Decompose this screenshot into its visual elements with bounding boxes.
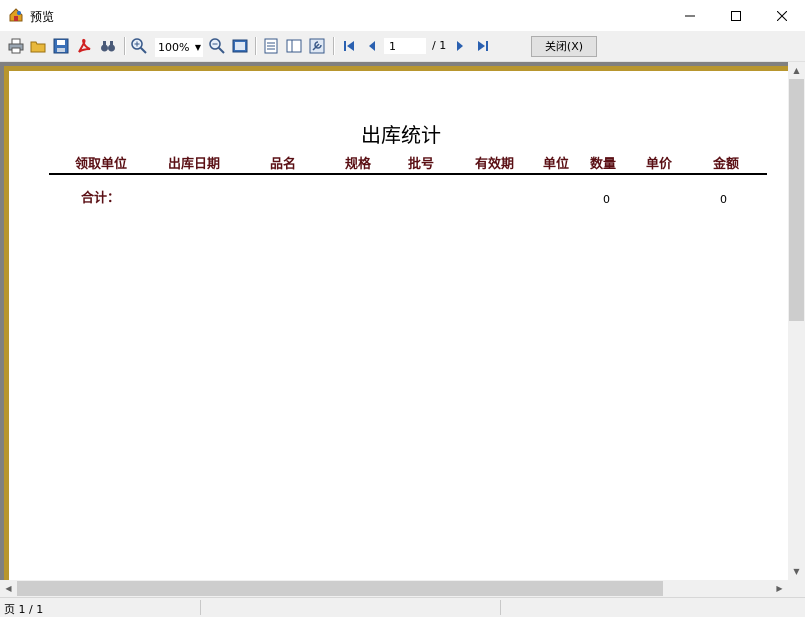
last-page-icon (475, 38, 491, 54)
toolbar-separator (124, 37, 126, 55)
zoom-out-icon (209, 38, 225, 54)
column-header: 出库日期 (168, 153, 220, 172)
scroll-left-icon[interactable]: ◀ (0, 580, 17, 597)
two-page-button[interactable] (284, 36, 304, 56)
open-button[interactable] (28, 36, 48, 56)
close-window-button[interactable] (759, 0, 805, 31)
maximize-button[interactable] (713, 0, 759, 31)
horizontal-scrollbar[interactable]: ◀ ▶ (0, 580, 788, 597)
scroll-down-icon[interactable]: ▼ (788, 563, 805, 580)
column-header: 规格 (345, 153, 371, 172)
zoom-in-button[interactable] (129, 36, 149, 56)
zoom-value: 100% (158, 39, 189, 56)
scrollbar-corner (788, 580, 805, 597)
scroll-right-icon[interactable]: ▶ (771, 580, 788, 597)
total-label: 合计： (81, 187, 120, 206)
full-screen-icon (232, 38, 248, 54)
full-screen-button[interactable] (230, 36, 250, 56)
window-title: 预览 (30, 8, 54, 25)
next-page-icon (452, 38, 468, 54)
column-header: 领取单位 (75, 153, 127, 172)
last-page-button[interactable] (473, 36, 493, 56)
save-icon (53, 38, 69, 54)
single-page-button[interactable] (261, 36, 281, 56)
column-header: 数量 (590, 153, 616, 172)
vertical-scroll-thumb[interactable] (789, 79, 804, 321)
save-button[interactable] (51, 36, 71, 56)
header-rule (49, 173, 767, 175)
report-page: 出库统计 领取单位 出库日期 品名 规格 批号 有效期 单位 数量 单价 金额 … (9, 71, 788, 580)
prev-page-button[interactable] (362, 36, 382, 56)
close-preview-button[interactable]: 关闭(X) (531, 36, 597, 57)
total-quantity: 0 (603, 193, 610, 206)
zoom-out-button[interactable] (207, 36, 227, 56)
find-icon (100, 38, 116, 54)
page-number-input[interactable]: 1 (384, 38, 426, 54)
page-info: 页 1 / 1 (4, 601, 43, 617)
column-header: 有效期 (475, 153, 514, 172)
scroll-up-icon[interactable]: ▲ (788, 62, 805, 79)
find-button[interactable] (98, 36, 118, 56)
next-page-button[interactable] (450, 36, 470, 56)
total-amount: 0 (720, 193, 727, 206)
title-bar: 预览 (0, 0, 805, 31)
export-pdf-button[interactable] (74, 36, 94, 56)
status-divider (200, 600, 201, 615)
column-header: 品名 (270, 153, 296, 172)
column-header: 金额 (713, 153, 739, 172)
horizontal-scroll-thumb[interactable] (17, 581, 663, 596)
settings-icon (309, 38, 325, 54)
prev-page-icon (364, 38, 380, 54)
minimize-icon (685, 11, 695, 21)
status-divider (500, 600, 501, 615)
preview-viewport: 出库统计 领取单位 出库日期 品名 规格 批号 有效期 单位 数量 单价 金额 … (0, 62, 788, 580)
vertical-scrollbar[interactable]: ▲ ▼ (788, 62, 805, 580)
zoom-select[interactable]: 100% ▼ (155, 38, 203, 57)
page-total: / 1 (432, 39, 446, 52)
pdf-icon (76, 38, 92, 54)
column-header: 单位 (543, 153, 569, 172)
chevron-down-icon: ▼ (195, 39, 201, 56)
single-page-icon (263, 38, 279, 54)
open-folder-icon (30, 38, 46, 54)
first-page-icon (341, 38, 357, 54)
column-header: 单价 (646, 153, 672, 172)
status-bar: 页 1 / 1 (0, 597, 805, 617)
two-page-icon (286, 38, 302, 54)
maximize-icon (731, 11, 741, 21)
report-title: 出库统计 (361, 119, 441, 148)
print-icon (8, 38, 24, 54)
minimize-button[interactable] (667, 0, 713, 31)
close-x-icon (777, 11, 787, 21)
column-header: 批号 (408, 153, 434, 172)
page-settings-button[interactable] (307, 36, 327, 56)
print-button[interactable] (6, 36, 26, 56)
zoom-in-icon (131, 38, 147, 54)
app-icon (8, 7, 24, 23)
toolbar-separator (333, 37, 335, 55)
first-page-button[interactable] (339, 36, 359, 56)
toolbar-separator (255, 37, 257, 55)
